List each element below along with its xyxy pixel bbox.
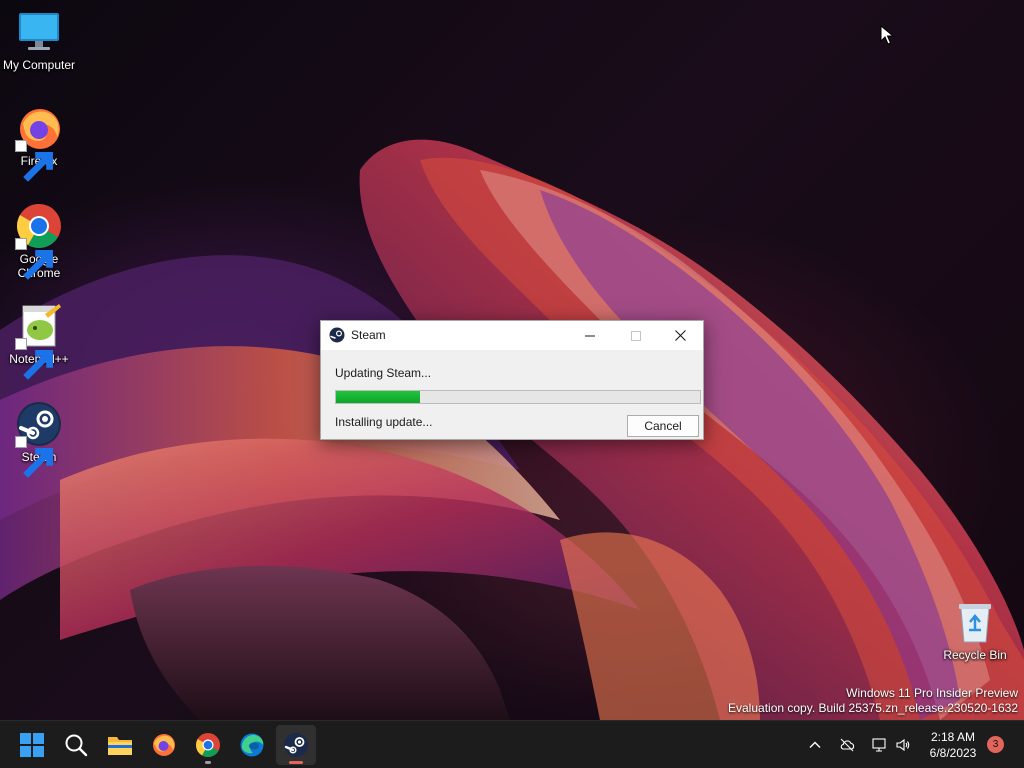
firefox-icon xyxy=(15,104,63,182)
taskbar-file-explorer[interactable] xyxy=(100,725,140,765)
desktop-icon-google-chrome[interactable]: Google Chrome xyxy=(1,202,77,280)
taskbar: 2:18 AM 6/8/2023 3 xyxy=(0,720,1024,768)
running-indicator xyxy=(205,761,211,764)
watermark-edition: Windows 11 Pro Insider Preview xyxy=(846,686,1018,700)
desktop-icon-label: My Computer xyxy=(2,58,76,72)
notification-badge[interactable]: 3 xyxy=(987,736,1004,753)
notepad-plus-plus-icon xyxy=(15,302,63,380)
shortcut-arrow-icon xyxy=(15,238,53,280)
maximize-icon xyxy=(631,330,641,341)
mouse-cursor-icon xyxy=(880,25,894,45)
folder-icon xyxy=(108,737,132,755)
desktop-icon-recycle-bin[interactable]: Recycle Bin xyxy=(937,598,1013,662)
maximize-button xyxy=(613,321,659,350)
desktop-icon-firefox[interactable]: Firefox xyxy=(1,104,77,182)
minimize-icon xyxy=(585,335,595,336)
taskbar-edge[interactable] xyxy=(232,725,272,765)
cloud-offline-icon xyxy=(840,738,855,752)
search-button[interactable] xyxy=(56,725,96,765)
desktop-icon-steam[interactable]: Steam xyxy=(1,400,77,478)
steam-icon xyxy=(15,400,63,478)
firefox-icon xyxy=(153,734,175,756)
monitor-icon xyxy=(15,8,63,56)
taskbar-chrome[interactable] xyxy=(188,725,228,765)
taskbar-steam[interactable] xyxy=(276,725,316,765)
watermark-build: Evaluation copy. Build 25375.zn_release.… xyxy=(728,701,1018,715)
start-button[interactable] xyxy=(12,725,52,765)
update-status-text: Updating Steam... xyxy=(335,366,432,380)
steam-icon xyxy=(329,327,345,343)
steam-update-dialog[interactable]: Steam Updating Steam... Installing updat… xyxy=(320,320,704,440)
windows-watermark: Windows 11 Pro Insider Preview Evaluatio… xyxy=(728,686,1018,716)
shortcut-arrow-icon xyxy=(15,338,53,380)
desktop-icon-my-computer[interactable]: My Computer xyxy=(1,8,77,72)
edge-icon xyxy=(240,733,264,757)
chrome-icon xyxy=(15,202,63,280)
windows-start-icon xyxy=(20,733,44,757)
update-substatus-text: Installing update... xyxy=(335,415,433,429)
chrome-icon xyxy=(196,733,220,758)
network-status[interactable] xyxy=(868,733,890,757)
shortcut-arrow-icon xyxy=(15,140,53,182)
desktop-icon-label: Recycle Bin xyxy=(943,648,1007,662)
clock-time: 2:18 AM xyxy=(930,730,976,744)
desktop[interactable]: My Computer Firefox Google Chrome Notepa… xyxy=(0,0,1024,720)
search-icon xyxy=(65,734,88,757)
cancel-button[interactable]: Cancel xyxy=(627,415,699,437)
chevron-up-icon xyxy=(809,741,821,748)
minimize-button[interactable] xyxy=(567,321,613,350)
close-icon xyxy=(674,330,686,341)
update-progress-fill xyxy=(336,391,420,403)
taskbar-firefox[interactable] xyxy=(144,725,184,765)
dialog-titlebar[interactable]: Steam xyxy=(321,321,703,350)
volume-control[interactable] xyxy=(892,733,914,757)
update-progress-bar xyxy=(335,390,701,404)
running-indicator xyxy=(289,761,303,764)
shortcut-arrow-icon xyxy=(15,436,53,478)
clock-date: 6/8/2023 xyxy=(929,746,977,760)
cloud-sync-status[interactable] xyxy=(836,733,858,757)
speaker-icon xyxy=(896,738,910,752)
clock[interactable]: 2:18 AM 6/8/2023 xyxy=(920,729,986,761)
dialog-title: Steam xyxy=(351,328,386,342)
steam-icon xyxy=(284,733,308,757)
show-hidden-icons-button[interactable] xyxy=(804,733,826,757)
network-icon xyxy=(872,738,886,752)
close-button[interactable] xyxy=(657,321,703,350)
recycle-bin-icon xyxy=(951,598,999,646)
desktop-icon-notepad-plus-plus[interactable]: Notepad++ xyxy=(1,302,77,380)
